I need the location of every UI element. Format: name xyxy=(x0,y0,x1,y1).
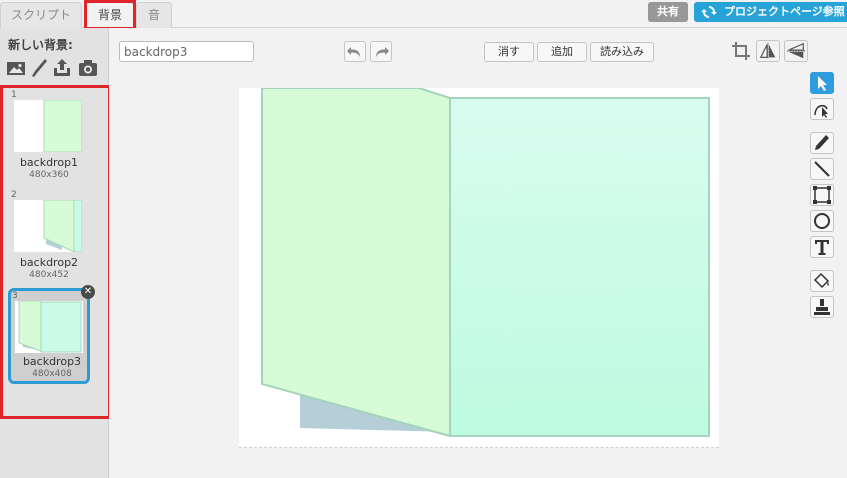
tab-backdrops[interactable]: 背景 xyxy=(86,2,134,28)
backdrop-name-input[interactable] xyxy=(119,41,254,62)
paint-editor: 消す 追加 読み込み xyxy=(109,28,847,478)
backdrop-size: 480x360 xyxy=(29,170,69,180)
flip-horizontal-icon[interactable] xyxy=(756,40,780,62)
new-backdrop-icons xyxy=(6,58,106,78)
ellipse-icon xyxy=(814,213,830,229)
line-tool[interactable] xyxy=(810,158,834,180)
backdrop-size: 480x452 xyxy=(29,270,69,280)
backdrop-thumb-2[interactable]: 2 backdrop2 480x452 xyxy=(8,188,90,280)
text-icon xyxy=(815,240,829,255)
pencil-tool[interactable] xyxy=(810,132,834,154)
stamp-tool[interactable] xyxy=(810,296,834,318)
line-icon xyxy=(814,161,830,177)
project-page-label: プロジェクトページ参照 xyxy=(724,5,845,18)
clear-button[interactable]: 消す xyxy=(484,42,534,62)
backdrop-thumb-3[interactable]: 3 ✕ backdrop3 480x408 xyxy=(8,285,95,384)
pencil-icon xyxy=(815,135,829,150)
import-button[interactable]: 読み込み xyxy=(590,42,654,62)
delete-backdrop-button[interactable]: ✕ xyxy=(81,285,95,299)
stamp-icon xyxy=(814,299,830,315)
new-backdrop-label: 新しい背景: xyxy=(8,38,73,52)
fill-tool[interactable] xyxy=(810,270,834,292)
add-button[interactable]: 追加 xyxy=(537,42,587,62)
backdrop-thumb-1[interactable]: 1 backdrop1 480x360 xyxy=(8,88,90,180)
image-library-icon[interactable] xyxy=(6,58,26,78)
project-page-button[interactable]: プロジェクトページ参照 xyxy=(694,2,847,22)
top-tab-bar: スクリプト 背景 音 共有 プロジェクトページ参照 xyxy=(0,0,847,30)
fill-icon xyxy=(813,272,830,289)
select-icon xyxy=(818,76,827,91)
flip-vertical-icon[interactable] xyxy=(784,40,808,62)
drawing-tools xyxy=(809,70,837,330)
backdrop-name: backdrop2 xyxy=(19,256,79,269)
backdrop-name: backdrop3 xyxy=(22,355,82,368)
text-tool[interactable] xyxy=(810,236,834,258)
backdrop-size: 480x408 xyxy=(32,369,72,379)
tab-sounds[interactable]: 音 xyxy=(136,2,172,28)
backdrop-name: backdrop1 xyxy=(19,156,79,169)
paint-canvas[interactable] xyxy=(239,88,719,448)
camera-icon[interactable] xyxy=(78,58,98,78)
share-button[interactable]: 共有 xyxy=(648,2,688,22)
reshape-icon xyxy=(814,104,828,118)
crop-icon[interactable] xyxy=(730,40,754,62)
undo-button[interactable] xyxy=(344,41,366,62)
backdrop-thumbnail xyxy=(14,100,82,152)
backdrop-thumbnail xyxy=(15,301,83,353)
backdrop-number: 2 xyxy=(11,190,17,200)
tab-scripts[interactable]: スクリプト xyxy=(0,2,82,28)
select-tool[interactable] xyxy=(810,72,834,94)
redo-button[interactable] xyxy=(370,41,392,62)
undo-icon xyxy=(347,47,360,57)
backdrop-thumbnail xyxy=(14,200,82,252)
backdrop-number: 3 xyxy=(12,291,18,301)
upload-icon[interactable] xyxy=(52,58,72,78)
rectangle-icon xyxy=(813,186,831,204)
rectangle-tool[interactable] xyxy=(810,184,834,206)
refresh-arrows-icon xyxy=(701,6,717,18)
backdrop-number: 1 xyxy=(11,90,17,100)
backdrop-list-panel: 新しい背景: 1 backdrop1 480x360 2 backdrop2 4… xyxy=(0,28,111,478)
reshape-tool[interactable] xyxy=(810,98,834,120)
backdrop-artwork xyxy=(239,88,719,447)
paint-brush-icon[interactable] xyxy=(30,58,50,78)
ellipse-tool[interactable] xyxy=(810,210,834,232)
redo-icon xyxy=(376,47,389,57)
